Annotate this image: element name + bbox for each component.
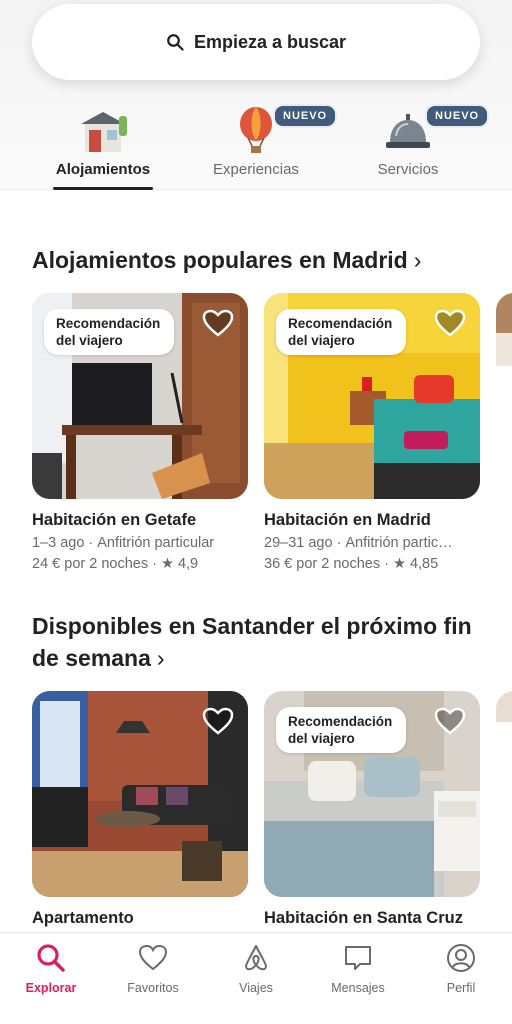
tab-label: Alojamientos	[55, 161, 151, 178]
new-badge: NUEVO	[273, 104, 338, 128]
nav-mensajes[interactable]: Mensajes	[313, 943, 403, 995]
listing-dates-host: 29–31 ago · Anfitrión partic…	[264, 535, 480, 551]
nav-label: Viajes	[239, 981, 273, 995]
listing-card[interactable]: Recomendación del viajero Habitación en …	[264, 293, 480, 572]
listing-photo[interactable]	[496, 293, 512, 366]
listing-price-rating: 24 € por 2 noches · ★ 4,9	[32, 556, 248, 572]
search-icon	[167, 34, 184, 51]
listing-host: Anfitrión partic…	[345, 535, 453, 551]
nav-favoritos[interactable]: Favoritos	[108, 943, 198, 995]
section-title-text: Alojamientos populares en Madrid	[32, 247, 408, 273]
heart-icon[interactable]	[202, 707, 234, 735]
nav-label: Mensajes	[331, 981, 385, 995]
room-photo-peek	[496, 293, 512, 366]
guest-favorite-badge: Recomendación del viajero	[276, 707, 406, 753]
tab-servicios[interactable]: NUEVO Servicios	[333, 100, 490, 190]
listing-title: Habitación en Santa Cruz	[264, 909, 463, 927]
bottom-navigation: Explorar Favoritos Viajes Mensajes Perfi…	[0, 932, 512, 1024]
separator-dot: ·	[336, 535, 342, 551]
tab-experiencias[interactable]: NUEVO Experiencias	[181, 100, 338, 190]
room-photo-peek	[496, 691, 512, 722]
listing-rating: ★ 4,9	[160, 556, 199, 572]
heart-icon[interactable]	[202, 309, 234, 337]
listing-card[interactable]: Apartamento	[32, 691, 248, 928]
message-icon	[345, 946, 371, 970]
listing-photo[interactable]: Recomendación del viajero	[264, 293, 480, 499]
tab-alojamientos[interactable]: Alojamientos	[28, 100, 178, 190]
nav-viajes[interactable]: Viajes	[211, 943, 301, 995]
listing-price: 36 € por 2 noches	[264, 556, 381, 572]
listing-title: Habitación en Getafe	[32, 511, 197, 529]
search-icon	[37, 944, 65, 972]
airbnb-logo-icon	[245, 945, 267, 971]
listing-rating: ★ 4,85	[392, 556, 439, 572]
house-icon	[81, 112, 127, 152]
listing-title: Apartamento	[32, 909, 134, 927]
listing-title: Habitación en Madrid	[264, 511, 431, 529]
listing-dates-host: 1–3 ago · Anfitrión particular	[32, 535, 248, 551]
separator-dot: ·	[152, 556, 157, 572]
heart-icon[interactable]	[434, 707, 466, 735]
tab-label: Experiencias	[213, 161, 299, 178]
listing-card-peek[interactable]: H 2 2	[496, 293, 512, 366]
guest-favorite-badge: Recomendación del viajero	[276, 309, 406, 355]
nav-label: Perfil	[446, 981, 476, 995]
section-title-santander[interactable]: Disponibles en Santander el próximo fin …	[32, 610, 472, 674]
listing-card[interactable]: Recomendación del viajero Habitación en …	[264, 691, 480, 928]
top-header: Empieza a buscar Alojamientos NUEVO Expe…	[0, 0, 512, 190]
listing-host: Anfitrión particular	[97, 535, 215, 551]
category-tabs: Alojamientos NUEVO Experiencias NUEVO Se	[0, 100, 512, 190]
listing-price: 24 € por 2 noches	[32, 556, 149, 572]
tab-label: Servicios	[377, 161, 439, 178]
listing-dates: 1–3 ago	[32, 535, 85, 551]
listing-price-rating: 36 € por 2 noches · ★ 4,85	[264, 556, 480, 572]
nav-perfil[interactable]: Perfil	[416, 943, 506, 995]
listing-dates: 29–31 ago	[264, 535, 333, 551]
search-label: Empieza a buscar	[193, 31, 347, 52]
search-bar[interactable]: Empieza a buscar	[32, 4, 480, 80]
new-badge: NUEVO	[425, 104, 490, 128]
chevron-right-icon: ›	[156, 645, 165, 671]
listing-photo[interactable]: Recomendación del viajero	[264, 691, 480, 897]
listing-photo[interactable]: Recomendación del viajero	[32, 293, 248, 499]
separator-dot: ·	[88, 535, 94, 551]
user-icon	[447, 944, 475, 972]
chevron-right-icon: ›	[413, 247, 422, 273]
section-title-madrid[interactable]: Alojamientos populares en Madrid ›	[32, 244, 421, 276]
listing-card[interactable]: Recomendación del viajero Habitación en …	[32, 293, 248, 572]
nav-label: Explorar	[25, 981, 77, 995]
active-tab-indicator	[53, 187, 153, 190]
heart-icon	[138, 944, 168, 971]
section-title-text: Disponibles en Santander el próximo fin …	[32, 613, 472, 671]
listing-card-peek[interactable]: A	[496, 691, 512, 722]
guest-favorite-badge: Recomendación del viajero	[44, 309, 174, 355]
listing-photo[interactable]	[32, 691, 248, 897]
heart-icon[interactable]	[434, 309, 466, 337]
separator-dot: ·	[384, 556, 389, 572]
listing-photo[interactable]	[496, 691, 512, 722]
nav-explorar[interactable]: Explorar	[6, 943, 96, 995]
nav-label: Favoritos	[127, 981, 179, 995]
